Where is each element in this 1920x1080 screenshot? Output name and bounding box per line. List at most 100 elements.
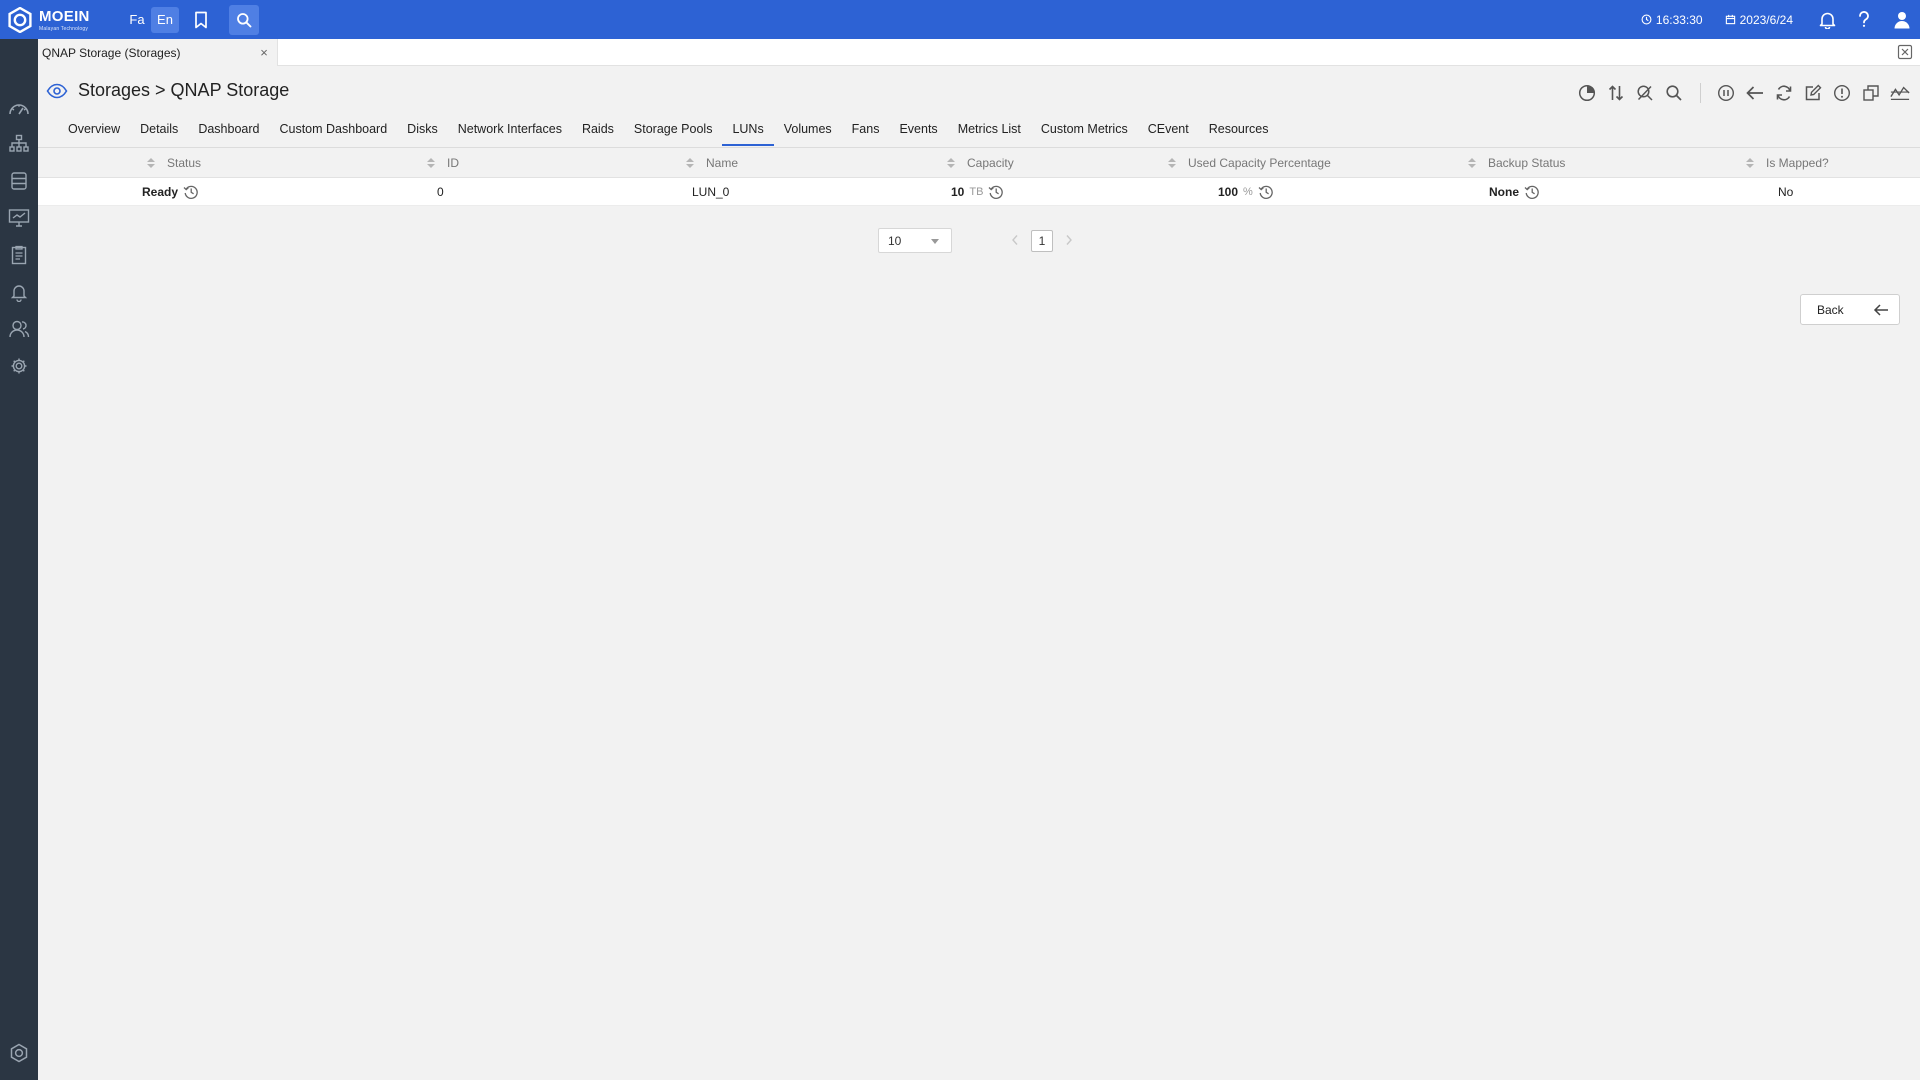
tab-disks[interactable]: Disks <box>397 117 448 146</box>
sidebar <box>0 39 38 1080</box>
sidebar-item-settings[interactable] <box>8 355 30 377</box>
tab-overview[interactable]: Overview <box>58 117 130 146</box>
close-all-icon <box>1897 44 1913 60</box>
moein-logo-icon <box>8 6 32 33</box>
tab-cevent[interactable]: CEvent <box>1138 117 1199 146</box>
copy-button[interactable] <box>1861 83 1881 103</box>
sidebar-item-topology[interactable] <box>8 133 30 155</box>
history-icon[interactable] <box>1258 184 1274 200</box>
topbar-right: 16:33:30 2023/6/24 <box>1619 11 1920 29</box>
sort-caret-icon <box>1468 158 1476 168</box>
current-time: 16:33:30 <box>1655 12 1703 27</box>
global-search-button[interactable] <box>229 4 259 35</box>
history-icon[interactable] <box>988 184 1004 200</box>
sidebar-item-storage[interactable] <box>8 170 30 192</box>
clock-icon <box>1641 14 1652 25</box>
column-header-used-capacity-percentage[interactable]: Used Capacity Percentage <box>1168 148 1331 178</box>
table-row[interactable]: Ready 0 LUN_0 10 TB 100 % None No <box>38 178 1920 206</box>
column-header-backup-status[interactable]: Backup Status <box>1468 148 1565 178</box>
exclamation-icon <box>1833 84 1851 102</box>
column-header-status[interactable]: Status <box>147 148 201 178</box>
capacity-unit: TB <box>969 186 984 198</box>
column-label: Used Capacity Percentage <box>1188 156 1331 170</box>
notifications-button[interactable] <box>1819 11 1836 29</box>
column-header-capacity[interactable]: Capacity <box>947 148 1014 178</box>
date: 2023/6/24 <box>1725 13 1793 27</box>
tab-storage-pools[interactable]: Storage Pools <box>624 117 723 146</box>
help-button[interactable] <box>1858 11 1870 28</box>
tab-network-interfaces[interactable]: Network Interfaces <box>448 117 572 146</box>
brand-logo[interactable]: MOEIN Malayan Technology <box>0 6 118 33</box>
chevron-right-icon <box>1066 235 1072 245</box>
arrow-left-icon <box>1873 304 1888 316</box>
info-button[interactable] <box>1832 83 1852 103</box>
sidebar-item-alerts[interactable] <box>8 281 30 303</box>
sidebar-item-about[interactable] <box>8 1042 30 1064</box>
sidebar-item-reports[interactable] <box>8 244 30 266</box>
close-tab-icon[interactable]: × <box>258 45 270 60</box>
edit-button[interactable] <box>1803 83 1823 103</box>
open-tab-qnap-storage[interactable]: QNAP Storage (Storages) × <box>38 39 278 66</box>
cell-used-capacity-percentage: 100 % <box>1218 178 1274 206</box>
back-arrow-button[interactable] <box>1745 83 1765 103</box>
tab-dashboard[interactable]: Dashboard <box>188 117 269 146</box>
bookmark-button[interactable] <box>186 5 216 35</box>
tab-luns[interactable]: LUNs <box>722 117 774 146</box>
current-date: 2023/6/24 <box>1739 12 1793 27</box>
previous-page-button[interactable] <box>1008 232 1022 248</box>
tab-raids[interactable]: Raids <box>572 117 624 146</box>
search-icon <box>237 12 252 27</box>
moein-logo-icon <box>10 1043 28 1063</box>
chevron-left-icon <box>1012 235 1018 245</box>
column-header-id[interactable]: ID <box>427 148 459 178</box>
next-page-button[interactable] <box>1062 232 1076 248</box>
column-label: Is Mapped? <box>1766 156 1829 170</box>
back-button-label: Back <box>1817 302 1844 317</box>
bell-icon <box>10 285 28 302</box>
tab-details[interactable]: Details <box>130 117 188 146</box>
lang-fa-button[interactable]: Fa <box>123 7 151 33</box>
sidebar-item-dashboard[interactable] <box>8 97 30 119</box>
column-label: Backup Status <box>1488 156 1566 170</box>
sidebar-item-users[interactable] <box>8 318 30 340</box>
tab-fans[interactable]: Fans <box>842 117 890 146</box>
history-icon[interactable] <box>183 184 199 200</box>
user-menu-button[interactable] <box>1894 11 1910 29</box>
page-size-select[interactable]: 10 <box>878 228 952 253</box>
sort-button[interactable] <box>1606 83 1626 103</box>
table-header: Status ID Name Capacity Used Capacity Pe… <box>38 148 1920 178</box>
edit-icon <box>1805 84 1822 101</box>
used-pct-unit: % <box>1243 186 1253 198</box>
clear-search-button[interactable] <box>1635 83 1655 103</box>
column-header-is-mapped[interactable]: Is Mapped? <box>1746 148 1829 178</box>
tab-volumes[interactable]: Volumes <box>774 117 842 146</box>
sidebar-item-monitoring[interactable] <box>8 207 30 229</box>
network-tree-icon <box>9 134 29 152</box>
search-button[interactable] <box>1664 83 1684 103</box>
history-icon[interactable] <box>1524 184 1540 200</box>
open-tabs-strip: QNAP Storage (Storages) × <box>38 39 1920 66</box>
threshold-button[interactable] <box>1890 83 1910 103</box>
refresh-icon <box>1776 85 1792 101</box>
eye-icon[interactable] <box>46 83 68 99</box>
tab-events[interactable]: Events <box>889 117 947 146</box>
close-all-tabs-button[interactable] <box>1897 44 1913 60</box>
pie-chart-button[interactable] <box>1577 83 1597 103</box>
cell-backup-status: None <box>1489 178 1540 206</box>
brand-text: MOEIN Malayan Technology <box>39 8 90 32</box>
tab-metrics-list[interactable]: Metrics List <box>948 117 1031 146</box>
refresh-button[interactable] <box>1774 83 1794 103</box>
tab-custom-dashboard[interactable]: Custom Dashboard <box>269 117 397 146</box>
tab-resources[interactable]: Resources <box>1199 117 1279 146</box>
used-pct-value: 100 <box>1218 185 1239 199</box>
user-icon <box>1894 11 1910 28</box>
tab-custom-metrics[interactable]: Custom Metrics <box>1031 117 1138 146</box>
sort-caret-icon <box>947 158 955 168</box>
pause-button[interactable] <box>1716 83 1736 103</box>
column-header-name[interactable]: Name <box>686 148 738 178</box>
lang-en-button[interactable]: En <box>151 6 179 33</box>
page-number-button[interactable]: 1 <box>1031 230 1053 252</box>
page-size-value: 10 <box>888 233 902 248</box>
gear-icon <box>11 358 27 374</box>
back-button[interactable]: Back <box>1800 294 1900 325</box>
